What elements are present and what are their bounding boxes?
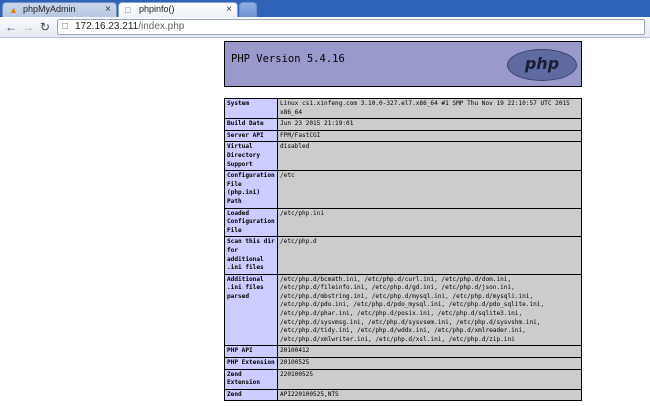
row-label: Build Date (224, 118, 278, 131)
row-value: /etc/php.ini (277, 207, 582, 238)
logo-text: php (524, 54, 560, 73)
table-row: System Linux cs1.xinfeng.com 3.10.0-327.e… (224, 97, 582, 120)
row-value: disabled (277, 141, 582, 172)
table-row: Zend API220100525,NTS (224, 388, 582, 402)
url-path: /index.php (138, 21, 185, 32)
tab-phpmyadmin[interactable]: ▲ phpMyAdmin × (2, 2, 117, 17)
row-value: 20100412 (277, 345, 582, 359)
row-label: Zend (224, 388, 278, 402)
page-icon: □ (62, 21, 69, 32)
url-host: 172.16.23.211 (75, 21, 139, 32)
browser-toolbar: ← → ↻ □ 172.16.23.211/index.php (0, 17, 650, 38)
row-value: /etc/php.d (277, 236, 582, 275)
row-value: Linux cs1.xinfeng.com 3.10.0-327.el7.x86… (277, 97, 582, 120)
tab-title: phpMyAdmin (23, 4, 76, 14)
tab-strip: ▲ phpMyAdmin × □ phpinfo() × (0, 0, 650, 17)
row-value: 20100525 (277, 357, 582, 370)
info-table: System Linux cs1.xinfeng.com 3.10.0-327.e… (224, 97, 582, 402)
table-row: Additional .ini files parsed/etc/php.d/b… (224, 273, 582, 347)
php-header: PHP Version 5.4.16 php (224, 41, 582, 87)
table-row: Server API FPM/FastCGI (224, 129, 582, 143)
tab-phpinfo[interactable]: □ phpinfo() × (118, 2, 238, 17)
page-content: PHP Version 5.4.16 php System Linux cs1.x… (0, 38, 650, 406)
table-row: Zend Extension 220100525 (224, 368, 582, 390)
php-logo[interactable]: php (507, 49, 577, 81)
new-tab-button[interactable] (239, 2, 257, 17)
table-row: Configuration File (php.ini) Path/etc (224, 170, 582, 209)
table-row: Build Date Jun 23 2015 21:19:01 (224, 118, 582, 131)
reload-icon[interactable]: ↻ (40, 19, 50, 35)
table-row: PHP Extension 20100525 (224, 357, 582, 370)
row-value: /etc/php.d/bcmath.ini, /etc/php.d/curl.i… (277, 273, 582, 347)
tab-title: phpinfo() (139, 4, 175, 14)
table-row: Scan this dir for additional .ini files /… (224, 236, 582, 275)
row-label: Loaded Configuration File (224, 207, 278, 238)
row-label: System (224, 97, 278, 120)
table-row: Virtual Directory Support disabled (224, 141, 582, 172)
row-label: PHP Extension (224, 357, 278, 370)
address-bar[interactable]: □ 172.16.23.211/index.php (57, 19, 645, 35)
row-value: Jun 23 2015 21:19:01 (277, 118, 582, 131)
forward-icon[interactable]: → (22, 19, 34, 35)
row-value: FPM/FastCGI (277, 129, 582, 143)
page-icon: □ (125, 5, 131, 15)
row-label: PHP API (224, 345, 278, 359)
row-label: Virtual Directory Support (224, 141, 278, 172)
table-row: Loaded Configuration File/etc/php.ini (224, 207, 582, 238)
row-value: /etc (277, 170, 582, 209)
row-label: Zend Extension (224, 368, 278, 390)
row-label: Scan this dir for additional .ini files (224, 236, 278, 275)
row-label: Additional .ini files parsed (224, 273, 278, 347)
close-icon[interactable]: × (226, 3, 232, 16)
url-text[interactable]: 172.16.23.211/index.php (75, 21, 184, 32)
row-value: API220100525,NTS (277, 388, 582, 402)
row-value: 220100525 (277, 368, 582, 390)
phpmyadmin-icon: ▲ (9, 5, 18, 15)
row-label: Server API (224, 129, 278, 143)
row-label: Configuration File (php.ini) Path (224, 170, 278, 209)
page-title: PHP Version 5.4.16 (231, 53, 345, 65)
table-row: PHP API 20100412 (224, 345, 582, 359)
close-icon[interactable]: × (105, 3, 111, 16)
back-icon[interactable]: ← (5, 19, 17, 35)
